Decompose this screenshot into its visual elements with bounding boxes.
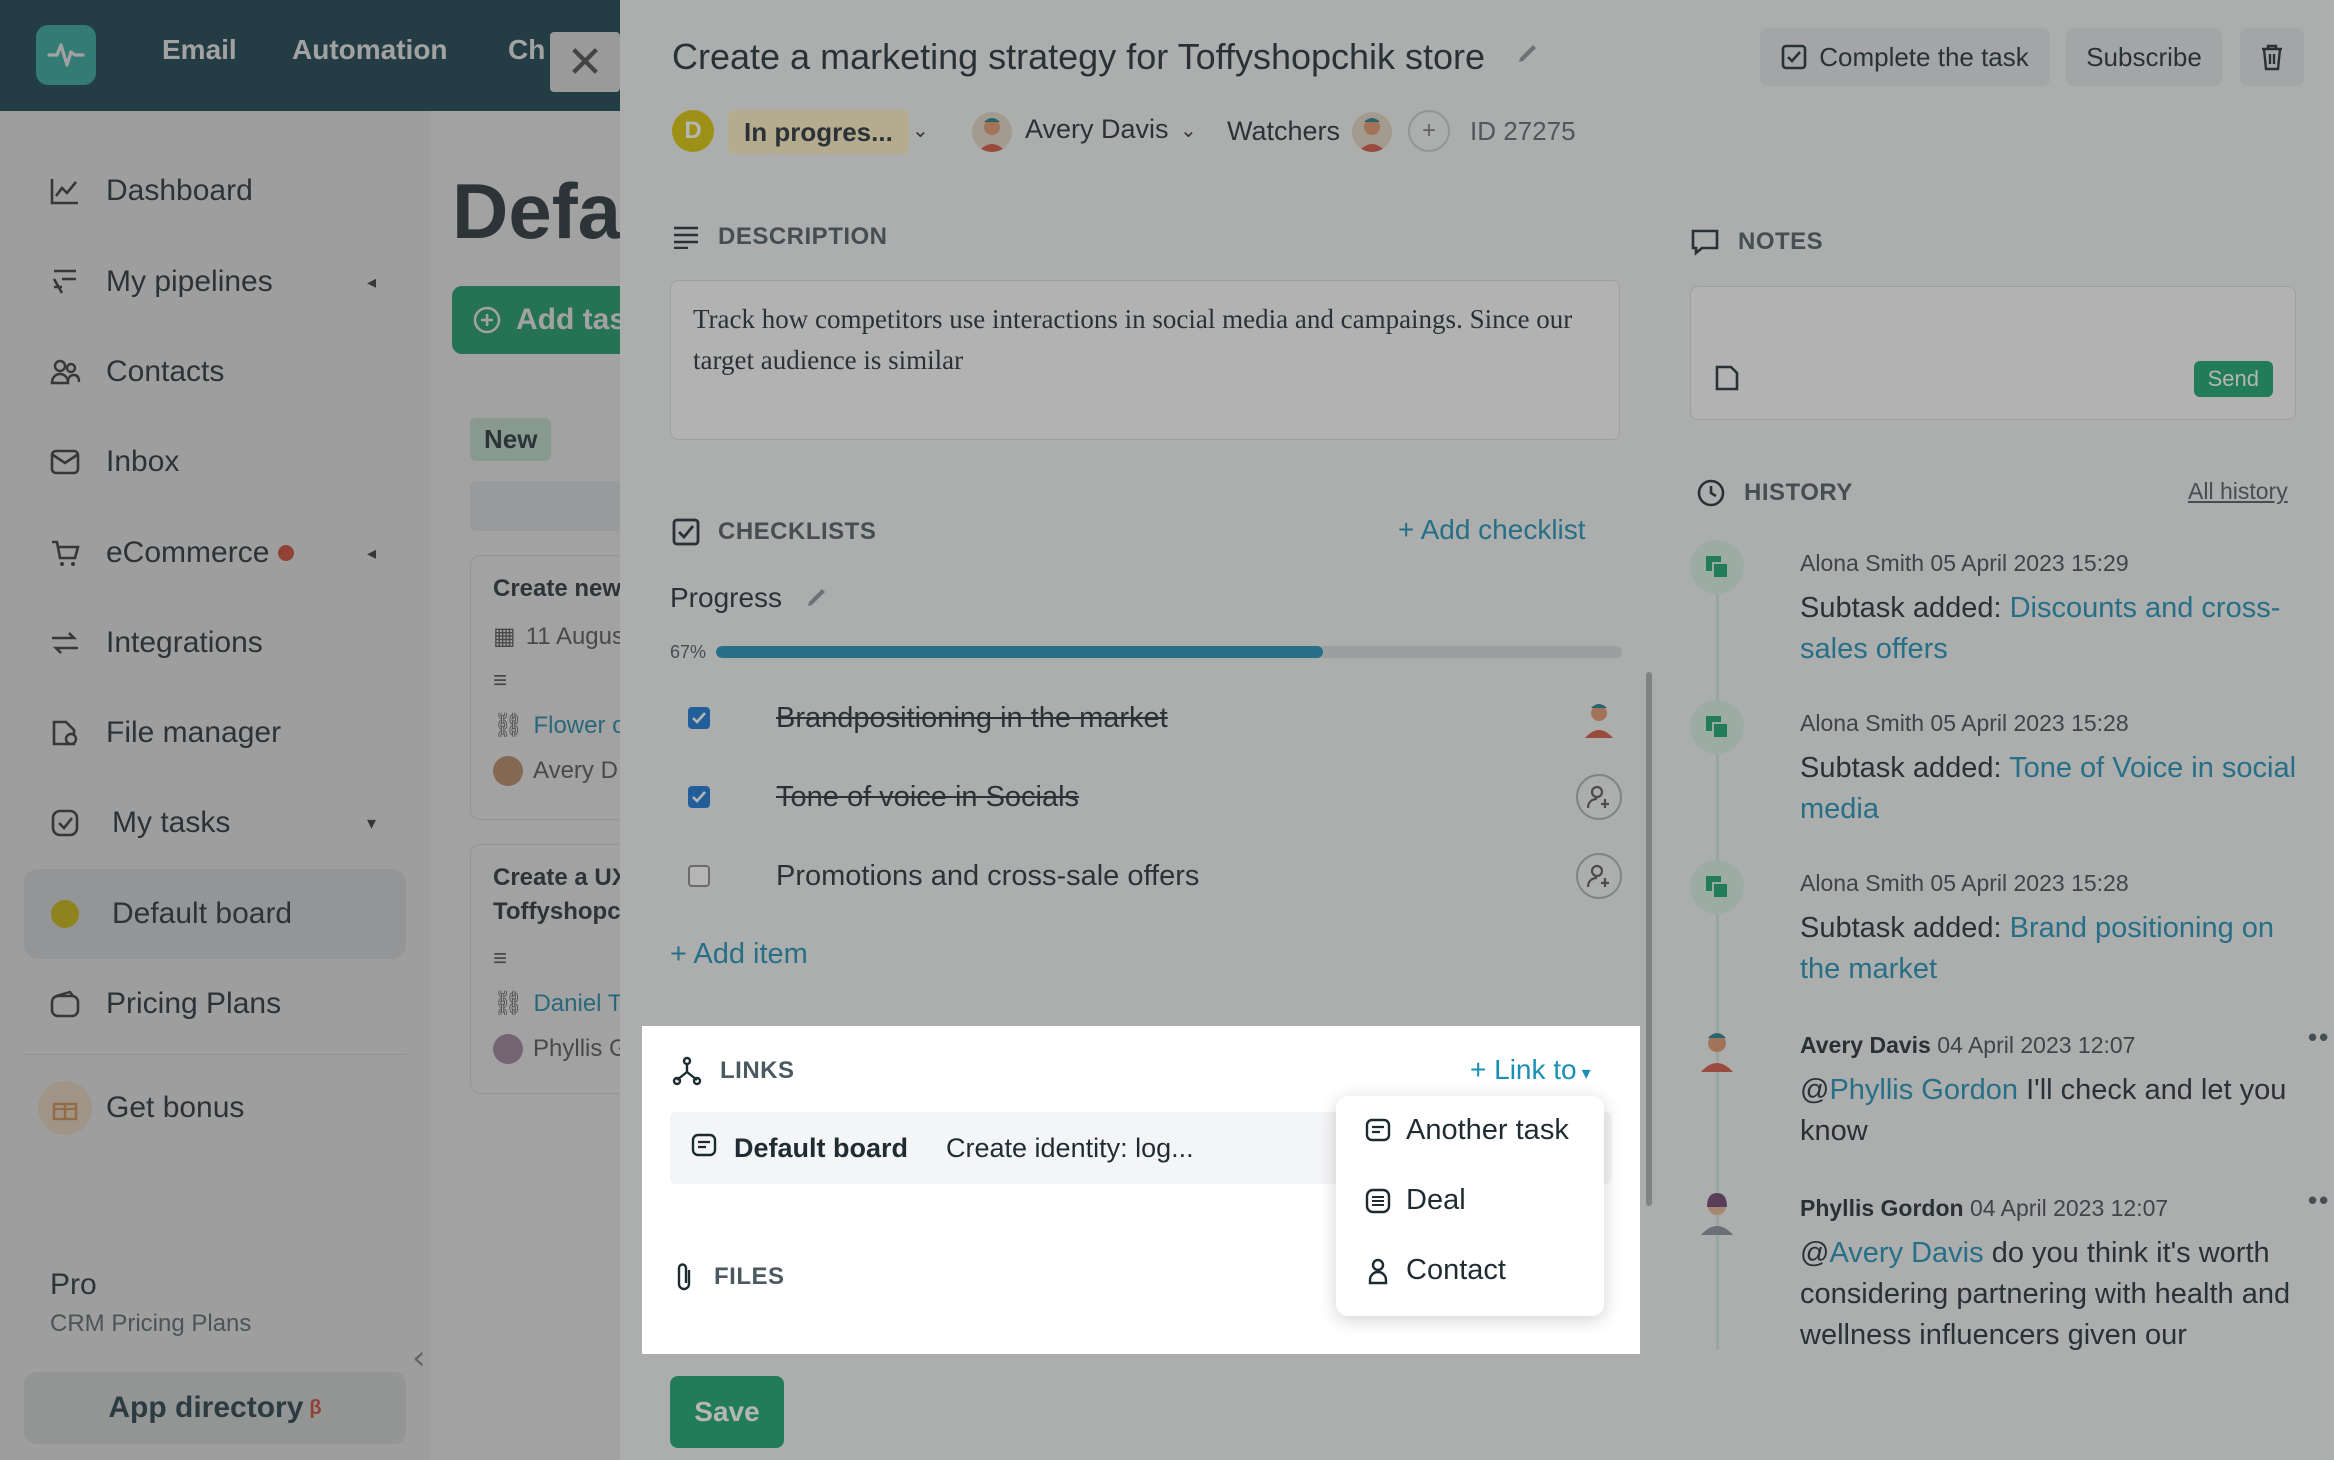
checklist-item: Tone of voice in Socials (688, 767, 1622, 827)
paperclip-icon (677, 1263, 691, 1291)
linked-task[interactable]: Create identity: log... (946, 1133, 1194, 1164)
pencil-icon[interactable] (804, 584, 830, 615)
watcher-avatar[interactable] (1352, 112, 1392, 152)
description-field[interactable]: Track how competitors use interactions i… (670, 280, 1620, 440)
menu-item-another-task[interactable]: Another task (1364, 1114, 1569, 1147)
status-avatar: D (672, 110, 714, 152)
history-text: @Avery Davis do you think it's worth con… (1800, 1237, 2291, 1350)
history-text: Subtask added: Discounts and cross-sales… (1800, 592, 2281, 665)
link-to-dropdown[interactable]: + Link to ▾ (1470, 1054, 1591, 1086)
checklists-header: CHECKLISTS (672, 518, 876, 546)
complete-task-label: Complete the task (1819, 41, 2029, 72)
all-history-link[interactable]: All history (2188, 478, 2288, 505)
add-watcher-button[interactable]: + (1408, 110, 1450, 152)
comment-icon (1691, 229, 1719, 256)
checkbox[interactable] (688, 865, 710, 887)
subscribe-button[interactable]: Subscribe (2066, 28, 2222, 86)
subtask-icon (1690, 700, 1744, 754)
mention-link[interactable]: Phyllis Gordon (1829, 1074, 2018, 1106)
checklist-item-text[interactable]: Tone of voice in Socials (776, 781, 1079, 814)
notes-header: NOTES (1690, 228, 1823, 256)
progress-fill (716, 646, 1324, 658)
link-to-menu: Another task Deal Contact (1336, 1096, 1604, 1316)
history-meta: Alona Smith 05 April 2023 15:28 (1800, 710, 2129, 736)
attach-file-icon[interactable] (1713, 364, 1741, 397)
menu-item-contact[interactable]: Contact (1364, 1254, 1506, 1287)
chevron-down-icon[interactable]: ⌄ (1180, 118, 1197, 143)
checklist-title: Progress (670, 582, 783, 613)
subtask-icon (1690, 540, 1744, 594)
assignee-avatar[interactable] (1576, 695, 1622, 741)
checkbox-icon (1781, 44, 1807, 70)
complete-task-button[interactable]: Complete the task (1760, 28, 2050, 86)
caret-down-icon: ▾ (1576, 1063, 1591, 1083)
history-meta: Phyllis Gordon 04 April 2023 12:07 (1800, 1195, 2169, 1221)
assignee-avatar (972, 112, 1012, 152)
links-header: LINKS (672, 1056, 795, 1086)
notes-input[interactable]: Send (1690, 286, 2296, 420)
avatar (1690, 1022, 1744, 1076)
text-lines-icon (674, 226, 698, 249)
assign-user-icon[interactable] (1576, 853, 1622, 899)
subtask-icon (1690, 860, 1744, 914)
progress-percent: 67% (670, 642, 707, 662)
send-button[interactable]: Send (2193, 361, 2273, 397)
menu-item-deal[interactable]: Deal (1364, 1184, 1466, 1217)
save-button[interactable]: Save (670, 1376, 784, 1448)
task-icon (1365, 1118, 1391, 1141)
clock-icon (1697, 479, 1725, 507)
delete-button[interactable] (2240, 28, 2304, 86)
scrollbar[interactable] (1646, 672, 1652, 1206)
more-icon[interactable]: ••• (2308, 1185, 2330, 1216)
checkbox-icon (672, 518, 700, 546)
avatar (1690, 1185, 1744, 1239)
add-item-button[interactable]: + Add item (670, 938, 808, 971)
history-meta: Alona Smith 05 April 2023 15:28 (1800, 870, 2129, 896)
history-meta: Avery Davis 04 April 2023 12:07 (1800, 1032, 2136, 1058)
history-header: HISTORY (1696, 478, 1853, 508)
checklist-item-text[interactable]: Promotions and cross-sale offers (776, 860, 1199, 893)
status-badge[interactable]: In progres... (728, 110, 909, 154)
history-list[interactable]: Alona Smith 05 April 2023 15:29 Subtask … (1690, 540, 2330, 1350)
linked-board: Default board (734, 1132, 909, 1163)
checklist-item-text[interactable]: Brandpositioning in the market (776, 702, 1168, 735)
history-text: Subtask added: Tone of Voice in social m… (1800, 752, 2297, 825)
person-icon (1368, 1258, 1388, 1284)
progress-bar (716, 646, 1622, 658)
trash-icon (2262, 44, 2282, 71)
task-id: ID 27275 (1470, 116, 1576, 146)
subscribe-label: Subscribe (2086, 41, 2202, 72)
files-header: FILES (672, 1262, 785, 1292)
history-text: @Phyllis Gordon I'll check and let you k… (1800, 1074, 2287, 1147)
chevron-down-icon[interactable]: ⌄ (912, 118, 929, 143)
checkbox[interactable] (688, 786, 710, 808)
checkbox[interactable] (688, 707, 710, 729)
history-text: Subtask added: Brand positioning on the … (1800, 912, 2275, 985)
task-icon (690, 1132, 718, 1165)
deal-icon (1365, 1188, 1391, 1213)
description-header: DESCRIPTION (672, 223, 888, 251)
links-icon (672, 1056, 702, 1086)
assign-user-icon[interactable] (1576, 774, 1622, 820)
close-icon[interactable]: ✕ (550, 32, 620, 92)
links-section: LINKS + Link to ▾ Default board Create i… (642, 1026, 1640, 1354)
pencil-icon[interactable] (1515, 40, 1541, 71)
task-title[interactable]: Create a marketing strategy for Toffysho… (672, 36, 1485, 78)
history-meta: Alona Smith 05 April 2023 15:29 (1800, 550, 2129, 576)
checklist-item: Brandpositioning in the market (688, 688, 1622, 748)
more-icon[interactable]: ••• (2308, 1022, 2330, 1053)
modal-backdrop[interactable] (0, 0, 620, 1460)
watchers-label: Watchers (1227, 116, 1341, 146)
assignee-name[interactable]: Avery Davis (1025, 114, 1169, 145)
mention-link[interactable]: Avery Davis (1829, 1237, 1983, 1269)
add-checklist-button[interactable]: + Add checklist (1398, 514, 1586, 546)
checklist-item: Promotions and cross-sale offers (688, 846, 1622, 906)
